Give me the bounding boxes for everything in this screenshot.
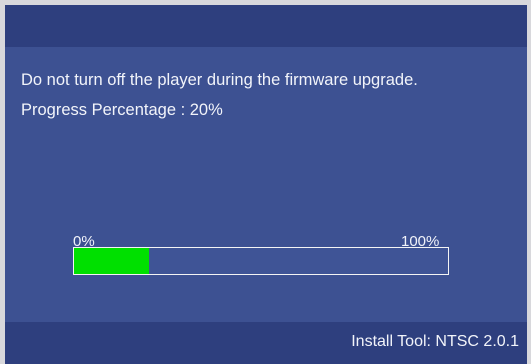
firmware-upgrade-screen: Do not turn off the player during the fi… bbox=[5, 5, 527, 364]
bottom-bar: Install Tool: NTSC 2.0.1 bbox=[5, 322, 527, 364]
warning-message: Do not turn off the player during the fi… bbox=[21, 71, 418, 89]
top-bar bbox=[5, 5, 527, 47]
install-tool-version: Install Tool: NTSC 2.0.1 bbox=[351, 333, 519, 350]
progress-percentage-label: Progress Percentage : 20% bbox=[21, 101, 223, 119]
progress-bar bbox=[73, 247, 449, 275]
progress-bar-fill bbox=[74, 248, 149, 274]
